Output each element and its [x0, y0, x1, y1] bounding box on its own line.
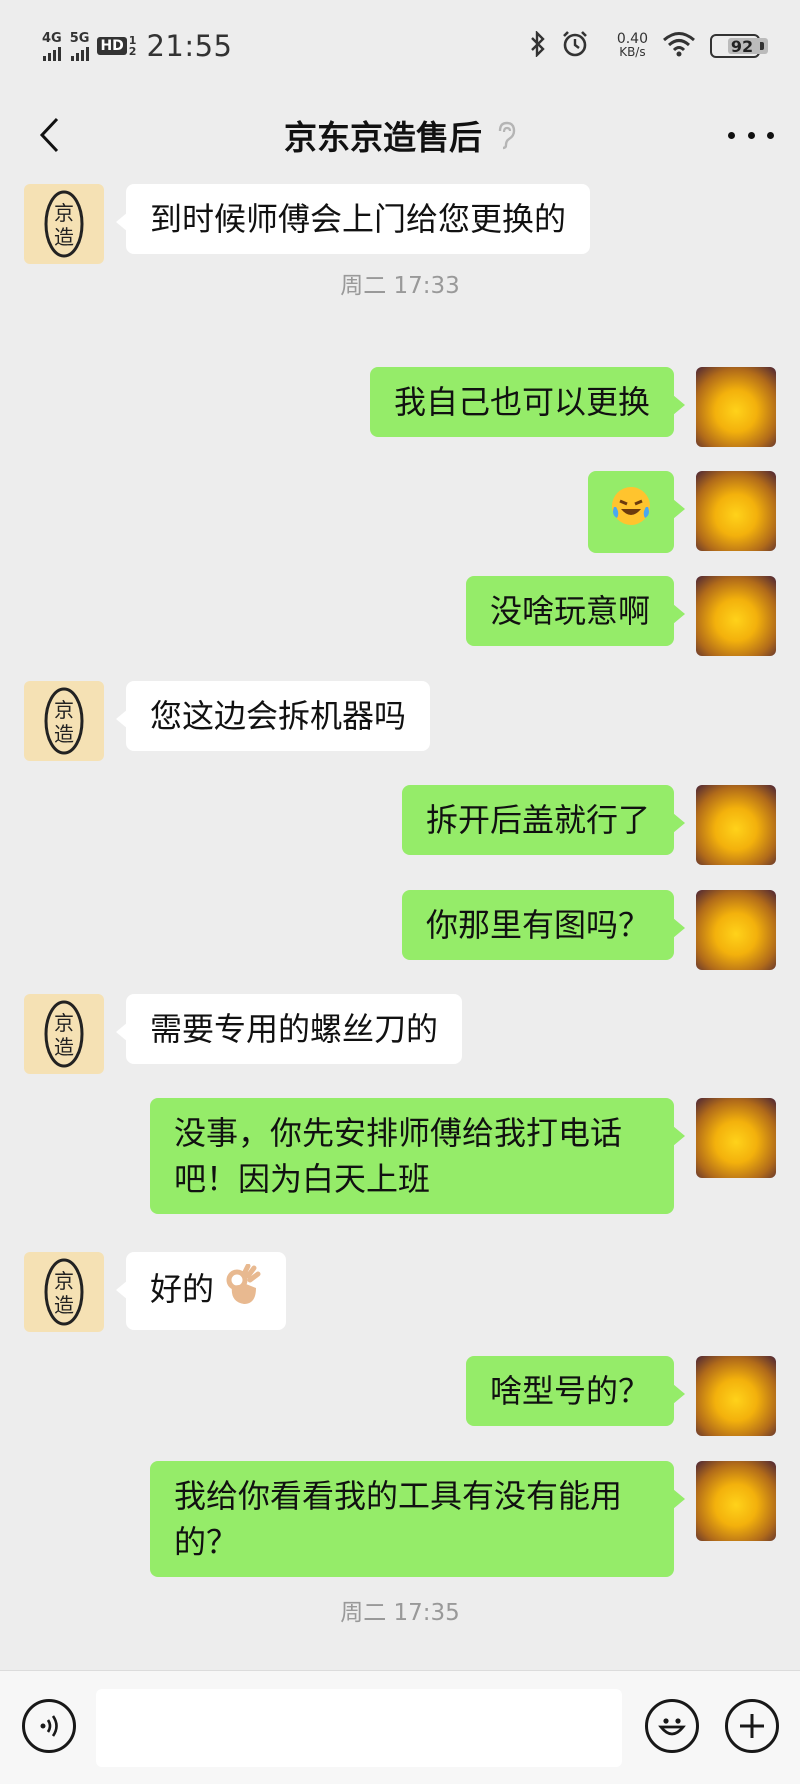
avatar-self[interactable] [696, 890, 776, 970]
message-bubble-left[interactable]: 您这边会拆机器吗 [115, 681, 431, 751]
message-line: 没事，你先安排师傅给我打电话 [174, 1114, 623, 1152]
avatar-self[interactable] [696, 785, 776, 865]
back-button[interactable] [24, 110, 74, 160]
input-bar [0, 1670, 800, 1784]
bluetooth-icon [529, 30, 547, 61]
jingzao-logo-icon: 京造 [44, 1000, 84, 1068]
net-speed: 0.40 KB/s [603, 32, 648, 59]
laughing-crying-emoji-icon [610, 485, 652, 539]
status-left: 4G 5G HD 1 2 21:55 [42, 29, 233, 63]
avatar-jingzao[interactable]: 京造 [24, 1252, 104, 1332]
avatar-self[interactable] [696, 576, 776, 656]
emoji-icon [658, 1718, 686, 1736]
more-button[interactable] [728, 118, 774, 152]
chat-area[interactable]: 京造 到时候师傅会上门给您更换的 周二 17:33 我自己也可以更换 没啥玩意啊… [0, 178, 800, 1670]
nav-bar: 京东京造售后 [0, 92, 800, 178]
message-bubble-right[interactable]: 我给你看看我的工具有没有能用 的？ [150, 1461, 685, 1577]
message-bubble-right[interactable]: 我自己也可以更换 [369, 367, 686, 437]
voice-button[interactable] [22, 1699, 76, 1753]
svg-text:京: 京 [54, 1011, 74, 1035]
avatar-jingzao[interactable]: 京造 [24, 184, 104, 264]
timestamp: 周二 17:33 [340, 273, 460, 299]
jingzao-logo-icon: 京造 [44, 1258, 84, 1326]
hd-sub: 1 2 [129, 35, 137, 57]
signal-5g: 5G [69, 30, 90, 61]
net-speed-unit: KB/s [619, 45, 646, 59]
signal-4g: 4G [42, 32, 62, 61]
message-bubble-right[interactable]: 啥型号的？ [465, 1356, 686, 1426]
message-text: 好的 [150, 1270, 215, 1308]
more-icon-dot [767, 131, 774, 139]
message-bubble-right[interactable]: 你那里有图吗？ [401, 890, 686, 960]
battery-icon: 92 [710, 34, 768, 58]
avatar-self[interactable] [696, 1461, 776, 1541]
avatar-self[interactable] [696, 1098, 776, 1178]
emoji-button[interactable] [645, 1699, 699, 1753]
status-bar: 4G 5G HD 1 2 21:55 0.40 KB/s 92 [0, 0, 800, 92]
message-bubble-right[interactable]: 没啥玩意啊 [465, 576, 686, 646]
svg-text:造: 造 [54, 225, 74, 249]
hd-sub-bottom: 2 [128, 45, 137, 58]
net-label-5g: 5G [69, 30, 90, 46]
ok-hand-emoji-icon [224, 1263, 262, 1318]
svg-text:造: 造 [54, 1035, 74, 1059]
wifi-icon [662, 31, 696, 61]
back-icon [39, 117, 59, 153]
avatar-jingzao[interactable]: 京造 [24, 994, 104, 1074]
message-input[interactable] [96, 1689, 622, 1767]
alarm-icon [561, 30, 589, 62]
title-wrap: 京东京造售后 [284, 111, 516, 159]
more-icon-dot [747, 131, 755, 139]
svg-text:京: 京 [54, 1269, 74, 1293]
status-right: 0.40 KB/s 92 [515, 30, 768, 62]
avatar-jingzao[interactable]: 京造 [24, 681, 104, 761]
hd-badge: HD [97, 37, 127, 55]
avatar-self[interactable] [696, 471, 776, 551]
message-line: 我给你看看我的工具有没有能用 [174, 1477, 623, 1515]
voice-icon [40, 1715, 58, 1737]
svg-text:京: 京 [54, 201, 74, 225]
jingzao-logo-icon: 京造 [44, 687, 84, 755]
net-label-4g: 4G [42, 30, 62, 46]
message-bubble-left[interactable]: 到时候师傅会上门给您更换的 [115, 184, 591, 254]
message-bubble-right[interactable]: 没事，你先安排师傅给我打电话 吧！因为白天上班 [150, 1098, 685, 1214]
avatar-self[interactable] [696, 367, 776, 447]
message-line: 的？ [174, 1523, 239, 1561]
message-bubble-left[interactable]: 好的 [115, 1252, 287, 1330]
signal-bars-icon [42, 45, 61, 61]
plus-button[interactable] [725, 1699, 779, 1753]
more-icon [728, 131, 735, 139]
svg-text:京: 京 [54, 698, 74, 722]
message-bubble-left[interactable]: 需要专用的螺丝刀的 [115, 994, 463, 1064]
jingzao-logo-icon: 京造 [44, 190, 84, 258]
message-bubble-right[interactable] [588, 471, 685, 553]
battery-level: 92 [730, 36, 754, 56]
clock: 21:55 [146, 29, 233, 63]
avatar-self[interactable] [696, 1356, 776, 1436]
plus-icon [740, 1714, 764, 1738]
chat-title: 京东京造售后 [284, 118, 482, 157]
message-bubble-right[interactable]: 拆开后盖就行了 [401, 785, 686, 855]
signal-bars-icon [70, 45, 89, 61]
message-line: 吧！因为白天上班 [174, 1160, 431, 1198]
svg-text:造: 造 [54, 722, 74, 746]
ear-icon [496, 120, 516, 150]
timestamp: 周二 17:35 [340, 1600, 460, 1626]
svg-text:造: 造 [54, 1293, 74, 1317]
